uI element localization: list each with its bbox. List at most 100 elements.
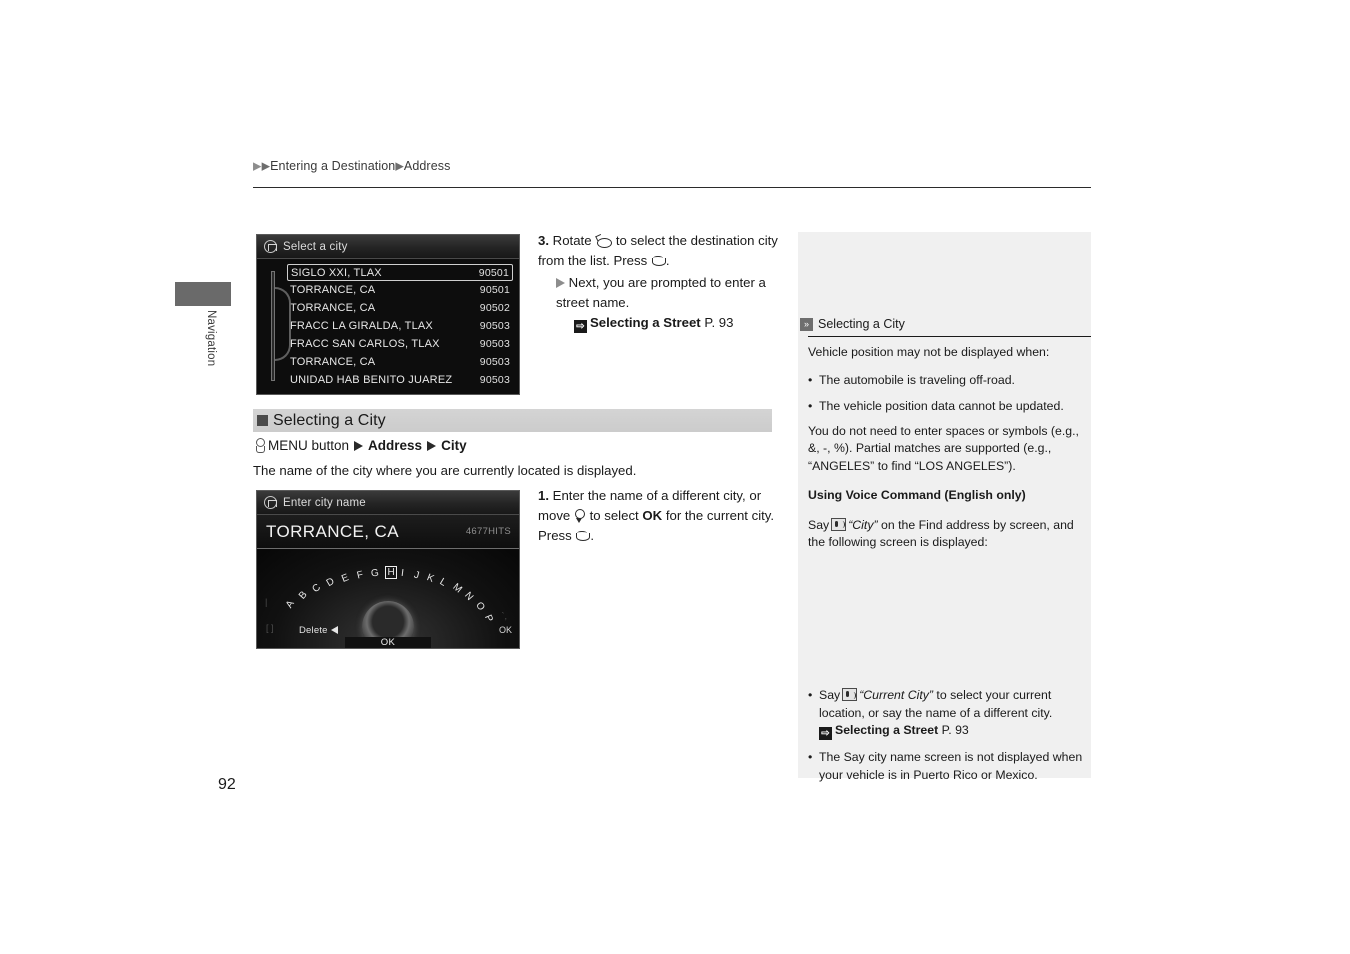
- key-H-selected[interactable]: H: [385, 566, 398, 579]
- list-item[interactable]: TORRANCE, CA 90501: [287, 281, 513, 299]
- path-arrow-icon: [354, 441, 364, 451]
- side-note-intro: Vehicle position may not be displayed wh…: [808, 345, 1050, 359]
- ok-button[interactable]: OK: [345, 637, 431, 648]
- key-G[interactable]: G: [370, 568, 379, 580]
- screen-title: Enter city name: [283, 496, 366, 509]
- list-item[interactable]: SIGLO XXI, TLAX 90501: [287, 264, 513, 281]
- jump-arrow-icon: ⇨: [819, 727, 832, 740]
- list-item: The vehicle position data cannot be upda…: [808, 398, 1088, 416]
- list-item: The Say city name screen is not displaye…: [808, 749, 1088, 784]
- step-1-text-b: to select: [589, 508, 639, 523]
- menu-button-icon: [253, 438, 265, 453]
- key-C[interactable]: C: [310, 582, 323, 595]
- step-3-substep: Next, you are prompted to enter a street…: [556, 273, 788, 333]
- list-item: The automobile is traveling off-road.: [808, 372, 1088, 390]
- hits-count: 4677HITS: [465, 526, 511, 537]
- key-B[interactable]: B: [297, 589, 310, 601]
- cross-reference[interactable]: ⇨ Selecting a Street P. 93: [819, 722, 1088, 740]
- keyboard-right-marker: `,: [501, 611, 508, 621]
- city-entry-value: TORRANCE, CA: [266, 521, 399, 541]
- page-number: 92: [218, 776, 236, 793]
- step-1-text-d: .: [590, 528, 595, 543]
- list-item[interactable]: TORRANCE, CA 90503: [287, 353, 513, 371]
- screen-title-bar: Enter city name: [257, 491, 519, 515]
- key-E[interactable]: E: [340, 572, 350, 585]
- path-arrow-icon: [427, 441, 437, 451]
- side-note-heading-text: Selecting a City: [818, 317, 905, 331]
- manual-page: ▶▶Entering a Destination▶Address Navigat…: [0, 0, 1350, 954]
- breadcrumb-item-2: Address: [403, 159, 451, 173]
- after-quote: “Current City”: [859, 688, 933, 702]
- after-bullet-list: Say“Current City” to select your current…: [808, 687, 1088, 784]
- breadcrumb-arrow-icon: ▶: [253, 160, 262, 173]
- home-icon: [264, 496, 277, 509]
- arc-keyboard[interactable]: A B C D E F G H I J K L M N O P | [ ] `,…: [257, 549, 519, 648]
- keyboard-left-marker-2: [ ]: [266, 623, 274, 633]
- delete-arrow-icon: [330, 626, 338, 634]
- delete-key[interactable]: Delete: [299, 625, 338, 636]
- substep-text: Next, you are prompted to enter a street…: [556, 275, 766, 310]
- key-O[interactable]: O: [473, 600, 486, 612]
- breadcrumb-arrow-icon: ▶: [261, 160, 271, 173]
- step-1-ok-label: OK: [642, 508, 663, 523]
- key-D[interactable]: D: [325, 576, 337, 589]
- breadcrumb: ▶▶Entering a Destination▶Address: [253, 159, 450, 173]
- city-entry-field[interactable]: TORRANCE, CA 4677HITS: [257, 515, 519, 549]
- after-say-label: Say: [819, 688, 841, 702]
- side-note-divider: [808, 336, 1091, 337]
- voice-command-heading: Using Voice Command (English only): [808, 488, 1026, 502]
- key-N[interactable]: N: [462, 590, 475, 603]
- breadcrumb-arrow-icon: ▶: [395, 160, 404, 173]
- delete-label: Delete: [299, 625, 328, 636]
- step-3-text-c: .: [665, 253, 670, 268]
- menu-path-item-2: City: [441, 438, 467, 453]
- step-3-number: 3.: [538, 233, 549, 248]
- side-note-after-bullets: Say“Current City” to select your current…: [808, 687, 1088, 793]
- key-P[interactable]: P: [482, 613, 495, 623]
- menu-path-item-1: Address: [368, 438, 423, 453]
- list-item[interactable]: FRACC LA GIRALDA, TLAX 90503: [287, 317, 513, 335]
- chapter-tab-label: Navigation: [205, 310, 217, 367]
- voice-say-label: Say: [808, 517, 830, 532]
- city-zip: 90501: [479, 284, 510, 296]
- city-name: SIGLO XXI, TLAX: [291, 266, 382, 279]
- key-I[interactable]: I: [400, 568, 404, 579]
- list-item[interactable]: TORRANCE, CA 90502: [287, 299, 513, 317]
- side-note-panel: » Selecting a City Vehicle position may …: [798, 232, 1091, 782]
- menu-path: MENU button Address City: [253, 438, 467, 453]
- cross-reference[interactable]: ⇨ Selecting a Street P. 93: [574, 313, 788, 333]
- scroll-arc-icon: [275, 287, 291, 361]
- press-knob-icon: [651, 254, 666, 267]
- voice-icon: [831, 517, 847, 531]
- ok-side-label[interactable]: OK: [499, 625, 512, 635]
- step-3-text-a: Rotate: [552, 233, 592, 248]
- city-name: UNIDAD HAB BENITO JUAREZ: [290, 374, 453, 386]
- cross-reference-label: Selecting a Street: [590, 315, 701, 330]
- screen-title-bar: Select a city: [257, 235, 519, 259]
- key-F[interactable]: F: [356, 569, 365, 581]
- joystick-icon: [574, 509, 586, 523]
- rotate-knob-icon: [595, 234, 613, 248]
- keyboard-left-marker: |: [265, 597, 268, 607]
- list-item[interactable]: UNIDAD HAB BENITO JUAREZ 90503: [287, 371, 513, 389]
- key-A[interactable]: A: [284, 599, 297, 610]
- city-name: TORRANCE, CA: [290, 356, 376, 368]
- key-L[interactable]: L: [438, 576, 448, 588]
- city-zip: 90502: [479, 302, 510, 314]
- voice-quote: “City”: [848, 517, 878, 532]
- key-M[interactable]: M: [450, 582, 463, 596]
- cross-reference-page: P. 93: [704, 315, 734, 330]
- city-name: FRACC LA GIRALDA, TLAX: [290, 320, 433, 332]
- side-note-body: Vehicle position may not be displayed wh…: [808, 340, 1088, 552]
- step-3: 3. Rotate to select the destination city…: [538, 231, 783, 271]
- list-item: Say“Current City” to select your current…: [808, 687, 1088, 740]
- key-K[interactable]: K: [425, 572, 435, 585]
- city-zip: 90501: [478, 266, 509, 279]
- header-divider: [253, 187, 1091, 188]
- key-J[interactable]: J: [413, 570, 421, 582]
- city-zip: 90503: [479, 338, 510, 350]
- side-note-paragraph: You do not need to enter spaces or symbo…: [808, 423, 1079, 473]
- section-heading: Selecting a City: [253, 409, 772, 432]
- list-item[interactable]: FRACC SAN CARLOS, TLAX 90503: [287, 335, 513, 353]
- chapter-tab-marker: [175, 282, 231, 306]
